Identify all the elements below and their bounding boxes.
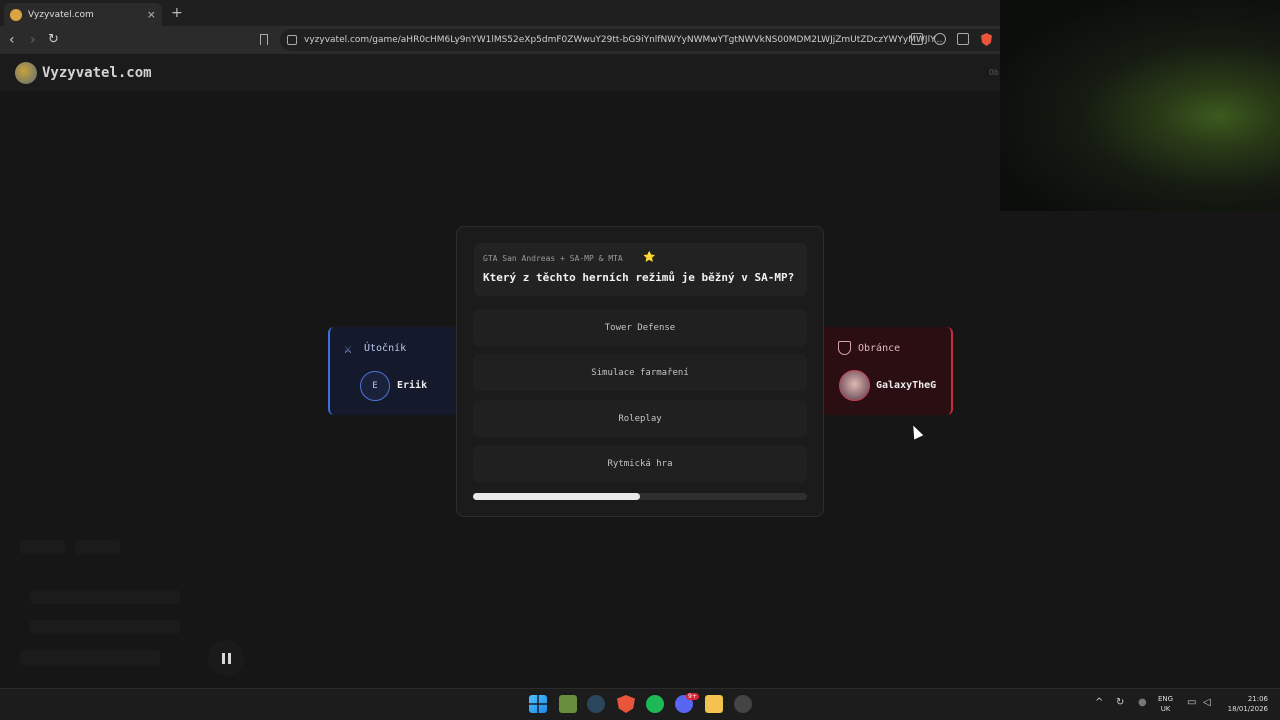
- question-box: [474, 243, 807, 296]
- mouse-cursor-icon: [908, 423, 924, 440]
- share-icon[interactable]: [957, 33, 969, 45]
- header-right-text: Ob: [989, 68, 999, 77]
- discord-badge: 9+: [686, 693, 699, 700]
- pause-icon: [227, 652, 231, 664]
- password-key-icon[interactable]: [934, 33, 946, 45]
- address-bar-url: vyzyvatel.com/game/aHR0cHM6Ly9nYW1lMS52e…: [304, 35, 943, 45]
- system-clock[interactable]: 21:06 18/01/2026: [1224, 694, 1268, 714]
- pause-button[interactable]: [208, 640, 244, 676]
- star-icon: ⭐: [643, 252, 656, 263]
- language-indicator[interactable]: ENG UK: [1158, 694, 1173, 714]
- site-info-icon[interactable]: [287, 35, 297, 45]
- answer-option-2[interactable]: Simulace farmaření: [473, 354, 807, 391]
- microphone-icon[interactable]: ●: [1138, 697, 1147, 708]
- network-icon[interactable]: ▭: [1187, 697, 1196, 708]
- taskbar: [0, 688, 1280, 720]
- attacker-role-label: Útočník: [364, 343, 407, 354]
- tab-title: Vyzyvatel.com: [28, 9, 94, 20]
- attacker-card: [328, 327, 463, 415]
- clock-time: 21:06: [1247, 695, 1268, 703]
- obs-icon[interactable]: [734, 695, 752, 713]
- site-logo-text[interactable]: Vyzyvatel.com: [42, 65, 152, 81]
- background-panel: [20, 530, 210, 680]
- sync-icon[interactable]: ↻: [1116, 697, 1124, 708]
- language-code: ENG: [1158, 695, 1174, 703]
- minecraft-icon[interactable]: [559, 695, 577, 713]
- webcam-overlay: [1000, 0, 1280, 211]
- question-category: GTA San Andreas + SA-MP & MTA: [483, 254, 623, 263]
- defender-role-label: Obránce: [858, 343, 901, 354]
- forward-icon[interactable]: ›: [30, 32, 36, 48]
- spotify-icon[interactable]: [646, 695, 664, 713]
- logo-icon[interactable]: [15, 62, 37, 84]
- tray-chevron-icon[interactable]: ^: [1095, 697, 1103, 708]
- reload-icon[interactable]: ↻: [48, 32, 59, 47]
- timer-progress-fill: [473, 493, 640, 500]
- keyboard-layout: UK: [1160, 705, 1171, 713]
- shield-icon: [838, 341, 851, 355]
- address-bar[interactable]: vyzyvatel.com/game/aHR0cHM6Ly9nYW1lMS52e…: [280, 29, 1000, 51]
- answer-option-4[interactable]: Rytmická hra: [473, 445, 807, 482]
- file-explorer-icon[interactable]: [705, 695, 723, 713]
- answer-option-1[interactable]: Tower Defense: [473, 309, 807, 346]
- sword-icon: ⚔: [344, 342, 352, 357]
- defender-name: GalaxyTheG: [876, 380, 937, 391]
- tab-close-icon[interactable]: ×: [147, 8, 156, 21]
- question-text: Který z těchto herních režimů je běžný v…: [483, 271, 795, 284]
- volume-icon[interactable]: ◁: [1203, 697, 1211, 708]
- site-favicon-icon: [10, 8, 22, 21]
- attacker-name: Eriik: [397, 380, 428, 391]
- bookmark-icon[interactable]: [260, 34, 268, 45]
- defender-avatar: [839, 370, 870, 401]
- new-tab-button[interactable]: +: [171, 5, 183, 21]
- browser-tab[interactable]: Vyzyvatel.com ×: [4, 3, 162, 26]
- cast-icon[interactable]: [911, 33, 923, 45]
- answer-option-3[interactable]: Roleplay: [473, 400, 807, 437]
- back-icon[interactable]: ‹: [9, 32, 15, 48]
- pause-icon: [221, 652, 225, 664]
- attacker-avatar: E: [360, 371, 390, 401]
- steam-icon[interactable]: [587, 695, 605, 713]
- clock-date: 18/01/2026: [1227, 705, 1268, 713]
